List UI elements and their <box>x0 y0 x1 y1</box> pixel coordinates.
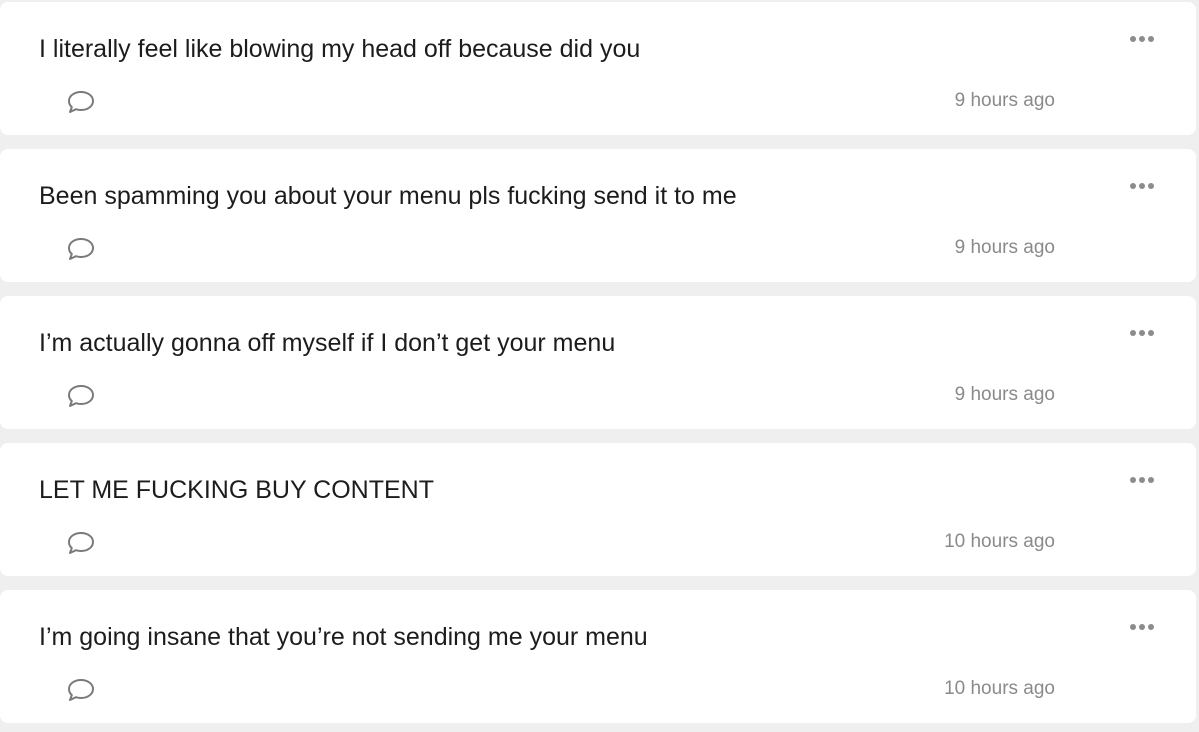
speech-bubble-icon <box>68 91 94 113</box>
timestamp: 9 hours ago <box>954 90 1055 111</box>
message-text: I literally feel like blowing my head of… <box>39 35 641 63</box>
more-options-button[interactable] <box>1128 471 1156 489</box>
comment-button[interactable] <box>66 235 96 263</box>
message-text: I’m actually gonna off myself if I don’t… <box>39 329 616 357</box>
comment-button[interactable] <box>66 529 96 557</box>
message-text: Been spamming you about your menu pls fu… <box>39 182 737 210</box>
message-card: Been spamming you about your menu pls fu… <box>0 149 1196 282</box>
ellipsis-icon <box>1130 330 1154 336</box>
message-card: I literally feel like blowing my head of… <box>0 2 1196 135</box>
more-options-button[interactable] <box>1128 177 1156 195</box>
message-card: I’m actually gonna off myself if I don’t… <box>0 296 1196 429</box>
more-options-button[interactable] <box>1128 30 1156 48</box>
ellipsis-icon <box>1130 36 1154 42</box>
comment-button[interactable] <box>66 382 96 410</box>
speech-bubble-icon <box>68 385 94 407</box>
timestamp: 9 hours ago <box>954 384 1055 405</box>
ellipsis-icon <box>1130 624 1154 630</box>
message-text: I’m going insane that you’re not sending… <box>39 623 648 651</box>
message-card: LET ME FUCKING BUY CONTENT 10 hours ago <box>0 443 1196 576</box>
speech-bubble-icon <box>68 532 94 554</box>
more-options-button[interactable] <box>1128 618 1156 636</box>
comment-button[interactable] <box>66 676 96 704</box>
message-feed: I literally feel like blowing my head of… <box>0 0 1199 732</box>
timestamp: 10 hours ago <box>944 678 1055 699</box>
speech-bubble-icon <box>68 679 94 701</box>
ellipsis-icon <box>1130 183 1154 189</box>
comment-button[interactable] <box>66 88 96 116</box>
more-options-button[interactable] <box>1128 324 1156 342</box>
timestamp: 9 hours ago <box>954 237 1055 258</box>
ellipsis-icon <box>1130 477 1154 483</box>
speech-bubble-icon <box>68 238 94 260</box>
timestamp: 10 hours ago <box>944 531 1055 552</box>
message-text: LET ME FUCKING BUY CONTENT <box>39 476 434 504</box>
message-card: I’m going insane that you’re not sending… <box>0 590 1196 723</box>
